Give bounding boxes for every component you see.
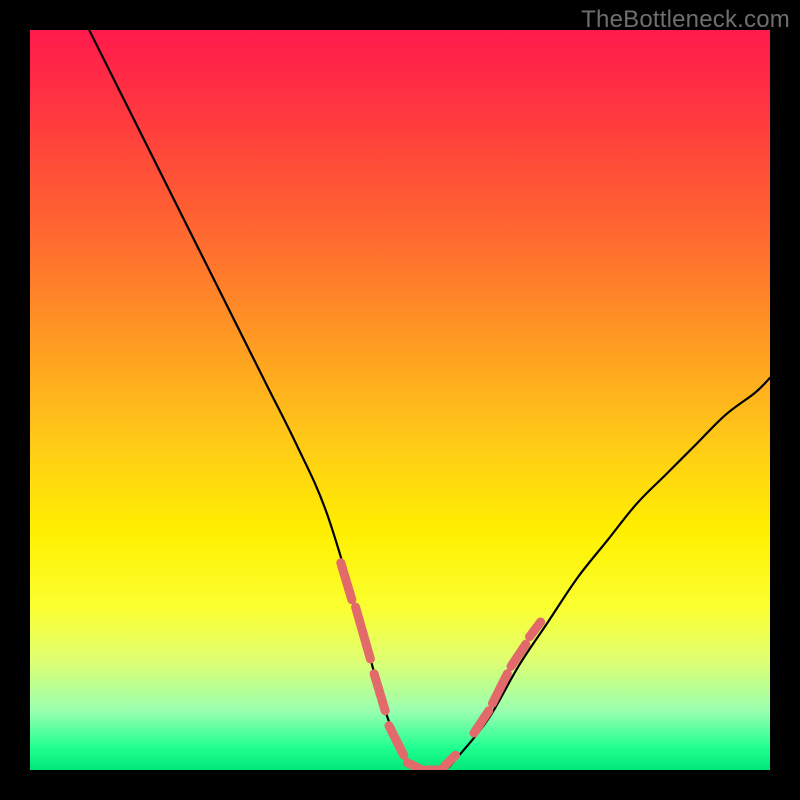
dash-segment xyxy=(389,726,404,756)
dash-segment xyxy=(493,674,508,704)
chart-frame: TheBottleneck.com xyxy=(0,0,800,800)
dash-segment xyxy=(356,607,371,659)
dash-segment xyxy=(374,674,385,711)
dash-segment xyxy=(444,755,455,766)
dash-segment xyxy=(474,711,489,733)
dash-segment xyxy=(511,644,526,666)
dash-segment xyxy=(341,563,352,600)
dash-segment xyxy=(530,622,541,637)
dash-segment xyxy=(407,763,422,770)
bottleneck-curve-path xyxy=(89,30,770,770)
recommended-range-dashes xyxy=(341,563,541,770)
plot-area xyxy=(30,30,770,770)
chart-svg xyxy=(30,30,770,770)
